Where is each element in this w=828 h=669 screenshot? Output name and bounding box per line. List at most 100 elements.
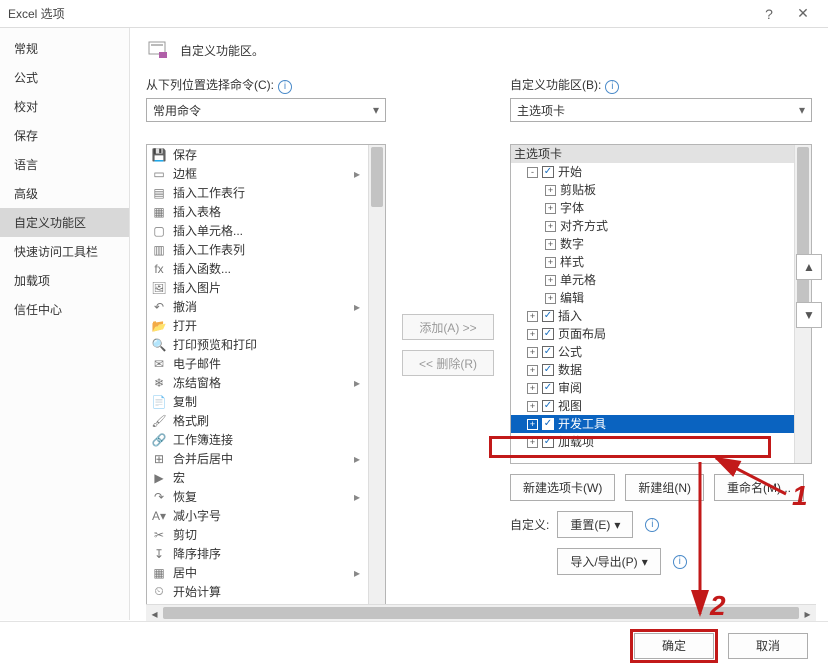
command-item[interactable]: 🖼插入图片 — [147, 278, 368, 297]
tree-item[interactable]: +样式 — [511, 253, 794, 271]
tree-toggle-icon[interactable]: - — [527, 167, 538, 178]
sidebar-item[interactable]: 公式 — [0, 63, 129, 92]
command-item[interactable]: ⊞合并后居中▸ — [147, 449, 368, 468]
rename-button[interactable]: 重命名(M)... — [714, 474, 804, 501]
tree-toggle-icon[interactable]: + — [545, 203, 556, 214]
sidebar-item[interactable]: 校对 — [0, 92, 129, 121]
tree-toggle-icon[interactable]: + — [545, 293, 556, 304]
tree-checkbox[interactable]: ✓ — [542, 436, 554, 448]
tree-toggle-icon[interactable]: + — [527, 401, 538, 412]
info-icon[interactable]: i — [673, 555, 687, 569]
commands-scrollbar[interactable] — [368, 145, 385, 613]
info-icon[interactable]: i — [605, 80, 619, 94]
tree-toggle-icon[interactable]: + — [527, 419, 538, 430]
content-hscrollbar[interactable]: ◂ ▸ — [146, 604, 816, 621]
import-export-button[interactable]: 导入/导出(P)▾ — [557, 548, 660, 575]
tree-item[interactable]: +✓视图 — [511, 397, 794, 415]
command-item[interactable]: ↧降序排序 — [147, 544, 368, 563]
command-item[interactable]: ▦居中▸ — [147, 563, 368, 582]
move-down-button[interactable]: ▼ — [796, 302, 822, 328]
tree-checkbox[interactable]: ✓ — [542, 310, 554, 322]
tree-item[interactable]: +✓公式 — [511, 343, 794, 361]
tree-item[interactable]: +✓插入 — [511, 307, 794, 325]
sidebar-item[interactable]: 保存 — [0, 121, 129, 150]
sidebar-item[interactable]: 快速访问工具栏 — [0, 237, 129, 266]
scroll-right-icon[interactable]: ▸ — [799, 605, 816, 622]
add-button[interactable]: 添加(A) >> — [402, 314, 494, 340]
tree-item[interactable]: +✓开发工具 — [511, 415, 794, 433]
tree-toggle-icon[interactable]: + — [545, 257, 556, 268]
command-item[interactable]: 🔗工作簿连接 — [147, 430, 368, 449]
tree-checkbox[interactable]: ✓ — [542, 418, 554, 430]
command-item[interactable]: ▢插入单元格... — [147, 221, 368, 240]
command-item[interactable]: ⏲开始计算 — [147, 582, 368, 601]
scroll-left-icon[interactable]: ◂ — [146, 605, 163, 622]
command-item[interactable]: ▭边框▸ — [147, 164, 368, 183]
tree-item[interactable]: -✓开始 — [511, 163, 794, 181]
move-up-button[interactable]: ▲ — [796, 254, 822, 280]
sidebar-item[interactable]: 加载项 — [0, 266, 129, 295]
command-item[interactable]: ▤插入工作表行 — [147, 183, 368, 202]
command-item[interactable]: ▦插入表格 — [147, 202, 368, 221]
command-item[interactable]: ✂剪切 — [147, 525, 368, 544]
tree-toggle-icon[interactable]: + — [527, 437, 538, 448]
new-tab-button[interactable]: 新建选项卡(W) — [510, 474, 615, 501]
tree-item[interactable]: +✓页面布局 — [511, 325, 794, 343]
tree-item[interactable]: +对齐方式 — [511, 217, 794, 235]
ribbon-scope-dropdown[interactable]: 主选项卡 ▾ — [510, 98, 812, 122]
commands-listbox[interactable]: 💾保存▭边框▸▤插入工作表行▦插入表格▢插入单元格...▥插入工作表列fx插入函… — [146, 144, 386, 614]
tree-item[interactable]: +编辑 — [511, 289, 794, 307]
help-button[interactable]: ? — [752, 0, 786, 28]
sidebar-item[interactable]: 高级 — [0, 179, 129, 208]
command-item[interactable]: ↶撤消▸ — [147, 297, 368, 316]
tree-checkbox[interactable]: ✓ — [542, 346, 554, 358]
tree-toggle-icon[interactable]: + — [545, 275, 556, 286]
info-icon[interactable]: i — [645, 518, 659, 532]
command-item[interactable]: ▶宏 — [147, 468, 368, 487]
tree-checkbox[interactable]: ✓ — [542, 166, 554, 178]
commands-from-dropdown[interactable]: 常用命令 ▾ — [146, 98, 386, 122]
close-button[interactable]: ✕ — [786, 0, 820, 28]
cancel-button[interactable]: 取消 — [728, 633, 808, 659]
sidebar-item[interactable]: 信任中心 — [0, 295, 129, 324]
command-item[interactable]: 📄复制 — [147, 392, 368, 411]
tree-toggle-icon[interactable]: + — [545, 185, 556, 196]
sidebar-item[interactable]: 常规 — [0, 34, 129, 63]
ribbon-tree[interactable]: 主选项卡-✓开始+剪贴板+字体+对齐方式+数字+样式+单元格+编辑+✓插入+✓页… — [510, 144, 812, 464]
command-item[interactable]: 💾保存 — [147, 145, 368, 164]
command-item[interactable]: ❄冻结窗格▸ — [147, 373, 368, 392]
command-item[interactable]: 🖌格式刷 — [147, 411, 368, 430]
tree-item[interactable]: +✓数据 — [511, 361, 794, 379]
tree-toggle-icon[interactable]: + — [527, 365, 538, 376]
tree-checkbox[interactable]: ✓ — [542, 382, 554, 394]
tree-item[interactable]: +字体 — [511, 199, 794, 217]
command-item[interactable]: fx插入函数... — [147, 259, 368, 278]
command-item[interactable]: 🔍打印预览和打印 — [147, 335, 368, 354]
remove-button[interactable]: << 删除(R) — [402, 350, 494, 376]
new-group-button[interactable]: 新建组(N) — [625, 474, 704, 501]
command-item[interactable]: 📂打开 — [147, 316, 368, 335]
command-item[interactable]: A▾减小字号 — [147, 506, 368, 525]
tree-toggle-icon[interactable]: + — [527, 311, 538, 322]
tree-toggle-icon[interactable]: + — [527, 383, 538, 394]
sidebar-item[interactable]: 自定义功能区 — [0, 208, 129, 237]
info-icon[interactable]: i — [278, 80, 292, 94]
tree-item[interactable]: +数字 — [511, 235, 794, 253]
tree-toggle-icon[interactable]: + — [545, 221, 556, 232]
command-item[interactable]: ↷恢复▸ — [147, 487, 368, 506]
tree-checkbox[interactable]: ✓ — [542, 400, 554, 412]
tree-item[interactable]: +剪贴板 — [511, 181, 794, 199]
tree-toggle-icon[interactable]: + — [527, 347, 538, 358]
tree-item[interactable]: +单元格 — [511, 271, 794, 289]
ok-button[interactable]: 确定 — [634, 633, 714, 659]
tree-item[interactable]: +✓加载项 — [511, 433, 794, 451]
command-item[interactable]: ✉电子邮件 — [147, 354, 368, 373]
tree-checkbox[interactable]: ✓ — [542, 328, 554, 340]
tree-item[interactable]: +✓审阅 — [511, 379, 794, 397]
tree-toggle-icon[interactable]: + — [545, 239, 556, 250]
tree-checkbox[interactable]: ✓ — [542, 364, 554, 376]
reset-button[interactable]: 重置(E)▾ — [557, 511, 633, 538]
tree-toggle-icon[interactable]: + — [527, 329, 538, 340]
sidebar-item[interactable]: 语言 — [0, 150, 129, 179]
command-item[interactable]: ▥插入工作表列 — [147, 240, 368, 259]
